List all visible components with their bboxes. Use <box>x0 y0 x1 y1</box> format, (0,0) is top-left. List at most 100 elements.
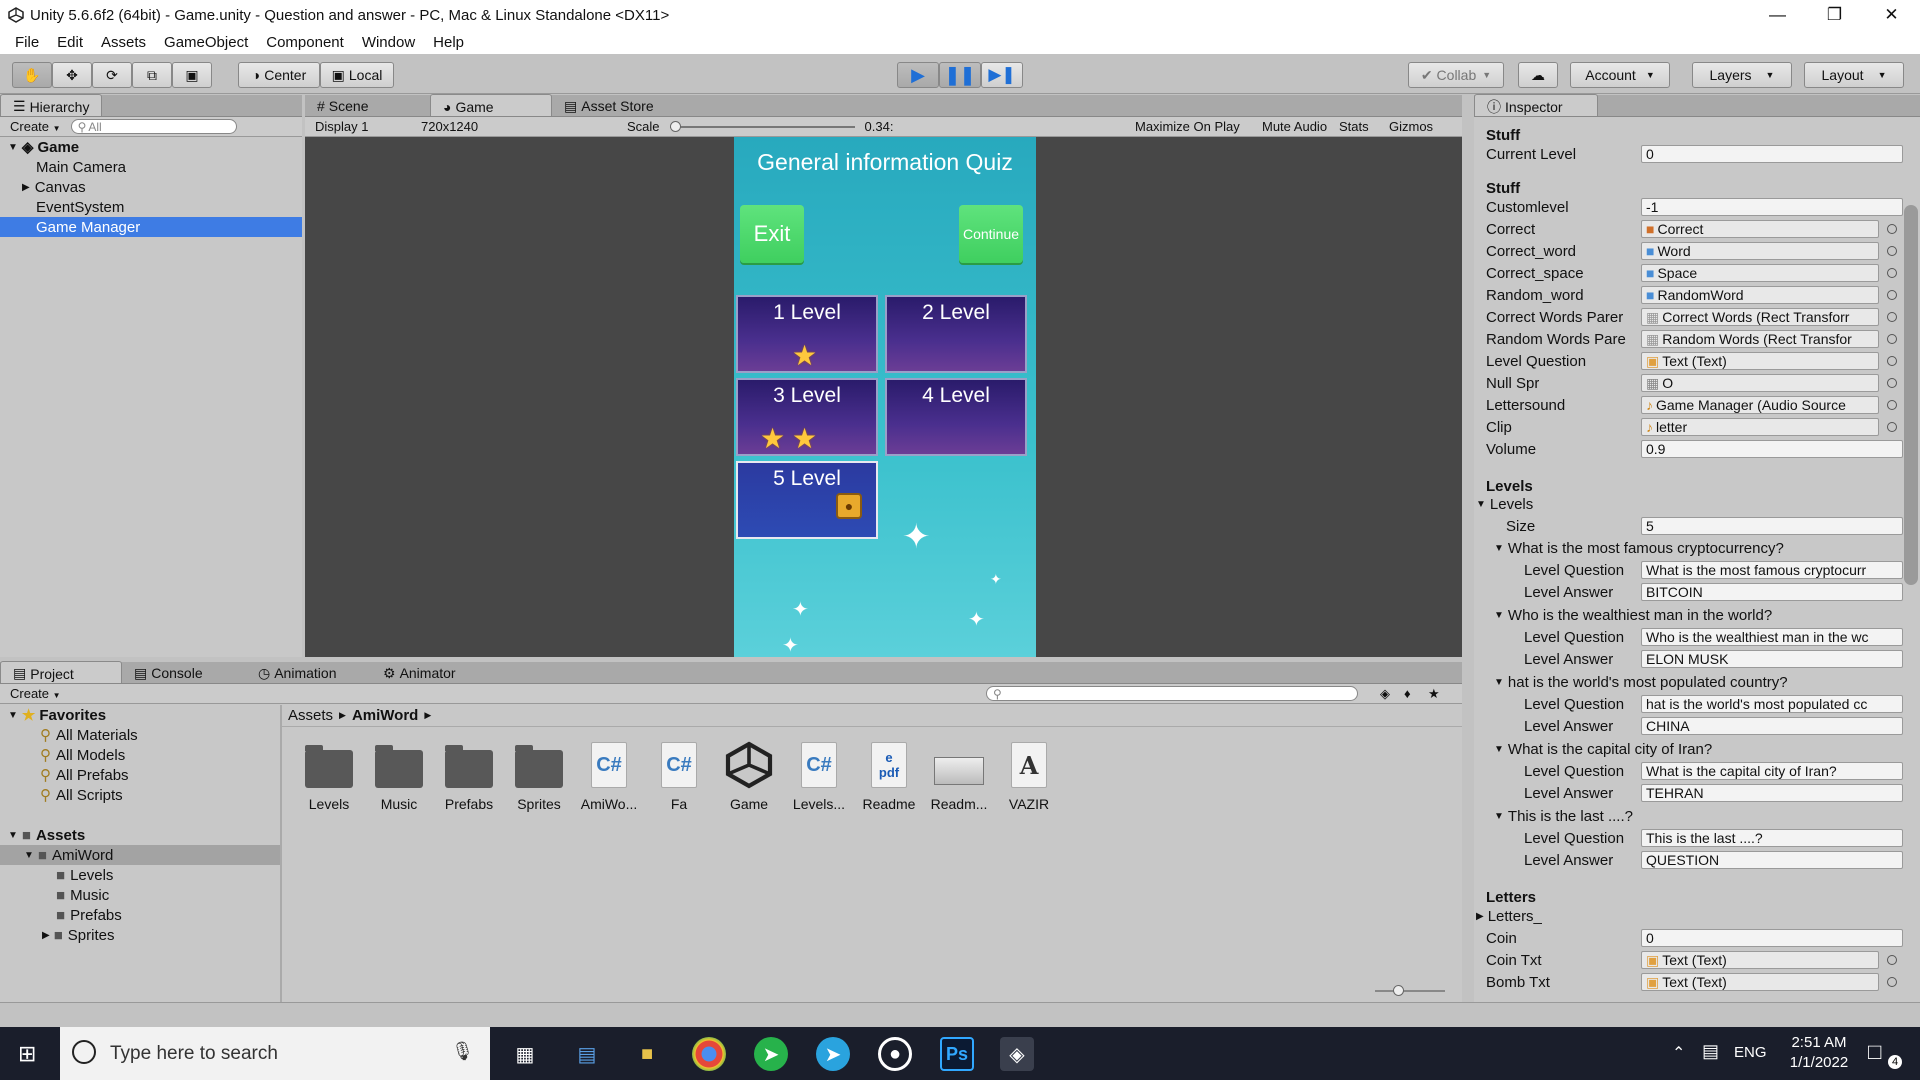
bomb-txt-field[interactable]: ▣ Text (Text) <box>1641 973 1879 991</box>
tab-project[interactable]: ▤ Project <box>0 661 122 683</box>
media-player-icon[interactable]: ● <box>878 1037 912 1071</box>
scene-root[interactable]: ▼ ◈ Game <box>0 137 302 157</box>
lettersound-field[interactable]: ♪ Game Manager (Audio Source <box>1641 396 1879 414</box>
object-picker-icon[interactable] <box>1887 290 1897 300</box>
question-foldout[interactable]: ▼ Who is the wealthiest man in the world? <box>1494 604 1918 626</box>
asset-item[interactable]: Prefabs <box>434 740 504 812</box>
clip-field[interactable]: ♪ letter <box>1641 418 1879 436</box>
app-icon[interactable]: ▤ <box>570 1037 604 1071</box>
level-question-input[interactable]: What is the most famous cryptocurr <box>1641 561 1903 579</box>
asset-item[interactable]: C# AmiWo... <box>574 740 644 812</box>
notification-icon[interactable]: □ <box>1868 1039 1881 1065</box>
menu-gameobject[interactable]: GameObject <box>155 34 257 51</box>
asset-item[interactable]: Levels <box>294 740 364 812</box>
continue-button[interactable]: Continue <box>959 205 1023 263</box>
tree-item-prefabs[interactable]: ■ Prefabs <box>0 905 280 925</box>
maximize-on-play-toggle[interactable]: Maximize On Play <box>1131 119 1244 134</box>
asset-item[interactable]: e pdf Readme <box>854 740 924 812</box>
object-picker-icon[interactable] <box>1887 400 1897 410</box>
windows-start-icon[interactable]: ⊞ <box>18 1041 36 1067</box>
object-picker-icon[interactable] <box>1887 224 1897 234</box>
rotate-tool-button[interactable]: ⟳ <box>92 62 132 88</box>
level-1-button[interactable]: 1 Level ★ <box>736 295 878 373</box>
hierarchy-create-button[interactable]: Create ▼ <box>6 119 65 134</box>
menu-help[interactable]: Help <box>424 34 473 51</box>
level-5-button[interactable]: 5 Level ● <box>736 461 878 539</box>
rect-tool-button[interactable]: ▣ <box>172 62 212 88</box>
play-button[interactable]: ▶ <box>897 62 939 88</box>
menu-assets[interactable]: Assets <box>92 34 155 51</box>
correct-space-object-field[interactable]: ■ Space <box>1641 264 1879 282</box>
exit-button[interactable]: Exit <box>740 205 804 263</box>
scale-slider[interactable] <box>669 120 855 132</box>
null-sprite-field[interactable]: ▦ O <box>1641 374 1879 392</box>
tab-animation[interactable]: ◷ Animation <box>246 661 371 683</box>
asset-item[interactable]: Sprites <box>504 740 574 812</box>
asset-item[interactable]: Readm... <box>924 740 994 812</box>
chrome-icon[interactable] <box>692 1037 726 1071</box>
chevron-up-icon[interactable]: ⌃ <box>1672 1043 1685 1063</box>
asset-item[interactable]: A VAZIR <box>994 740 1064 812</box>
vpn-icon[interactable]: ➤ <box>754 1037 788 1071</box>
pause-button[interactable]: ❚❚ <box>939 62 981 88</box>
network-icon[interactable]: ▤ <box>1702 1041 1719 1062</box>
project-create-button[interactable]: Create ▼ <box>6 686 65 701</box>
pivot-local-button[interactable]: ▣ Local <box>320 62 394 88</box>
hierarchy-item[interactable]: EventSystem <box>0 197 302 217</box>
asset-item[interactable]: Game <box>714 740 784 812</box>
random-words-parent-field[interactable]: ▦ Random Words (Rect Transfor <box>1641 330 1879 348</box>
object-picker-icon[interactable] <box>1887 356 1897 366</box>
filter-type-icon[interactable]: ◈ <box>1380 686 1390 702</box>
stats-toggle[interactable]: Stats <box>1335 119 1373 134</box>
hierarchy-item-selected[interactable]: Game Manager <box>0 217 302 237</box>
correct-word-object-field[interactable]: ■ Word <box>1641 242 1879 260</box>
menu-component[interactable]: Component <box>257 34 353 51</box>
level-question-input[interactable]: hat is the world's most populated cc <box>1641 695 1903 713</box>
telegram-icon[interactable]: ➤ <box>816 1037 850 1071</box>
object-picker-icon[interactable] <box>1887 246 1897 256</box>
question-foldout[interactable]: ▼ This is the last ....? <box>1494 805 1918 827</box>
level-answer-input[interactable]: TEHRAN <box>1641 784 1903 802</box>
tree-item-music[interactable]: ■ Music <box>0 885 280 905</box>
display-dropdown[interactable]: Display 1 <box>311 119 411 134</box>
layers-dropdown[interactable]: Layers ▼ <box>1692 62 1792 88</box>
clock[interactable]: 2:51 AM 1/1/2022 <box>1784 1033 1854 1073</box>
slider-handle[interactable] <box>1393 985 1404 996</box>
level-answer-input[interactable]: CHINA <box>1641 717 1903 735</box>
letters-foldout[interactable]: ▶ Letters_ <box>1476 905 1900 927</box>
menu-file[interactable]: File <box>6 34 48 51</box>
hierarchy-item[interactable]: ▶ Canvas <box>0 177 302 197</box>
coin-input[interactable]: 0 <box>1641 929 1903 947</box>
calculator-icon[interactable]: ▦ <box>508 1037 542 1071</box>
gizmos-dropdown[interactable]: Gizmos <box>1385 119 1437 134</box>
scale-tool-button[interactable]: ⧉ <box>132 62 172 88</box>
favorite-item[interactable]: ⚲ All Prefabs <box>0 765 280 785</box>
mute-audio-toggle[interactable]: Mute Audio <box>1258 119 1331 134</box>
favorites-foldout[interactable]: ▼ ★ Favorites <box>0 705 280 725</box>
correct-object-field[interactable]: ■ Correct <box>1641 220 1879 238</box>
minimize-icon[interactable]: — <box>1749 0 1806 30</box>
level-2-button[interactable]: 2 Level <box>885 295 1027 373</box>
question-foldout[interactable]: ▼ hat is the world's most populated count… <box>1494 671 1918 693</box>
question-foldout[interactable]: ▼ What is the capital city of Iran? <box>1494 738 1918 760</box>
file-explorer-icon[interactable]: ■ <box>630 1037 664 1071</box>
object-picker-icon[interactable] <box>1887 378 1897 388</box>
levels-size-input[interactable]: 5 <box>1641 517 1903 535</box>
slider-handle[interactable] <box>669 120 681 132</box>
customlevel-input[interactable]: -1 <box>1641 198 1903 216</box>
level-question-input[interactable]: Who is the wealthiest man in the wc <box>1641 628 1903 646</box>
asset-item[interactable]: Music <box>364 740 434 812</box>
resolution-dropdown[interactable]: 720x1240 <box>417 119 617 134</box>
asset-item[interactable]: C# Levels... <box>784 740 854 812</box>
pivot-center-button[interactable]: ◑ Center <box>238 62 320 88</box>
object-picker-icon[interactable] <box>1887 312 1897 322</box>
photoshop-icon[interactable]: Ps <box>940 1037 974 1071</box>
taskbar-search-input[interactable]: Type here to search 🎙 <box>60 1027 490 1080</box>
icon-size-slider[interactable] <box>1375 985 1445 996</box>
favorite-star-icon[interactable]: ★ <box>1428 686 1440 702</box>
assets-foldout[interactable]: ▼ ■ Assets <box>0 825 280 845</box>
tab-scene[interactable]: # Scene <box>305 94 430 116</box>
level-4-button[interactable]: 4 Level <box>885 378 1027 456</box>
tab-inspector[interactable]: ⓘ Inspector <box>1474 94 1598 116</box>
collab-button[interactable]: ✔ Collab ▼ <box>1408 62 1504 88</box>
